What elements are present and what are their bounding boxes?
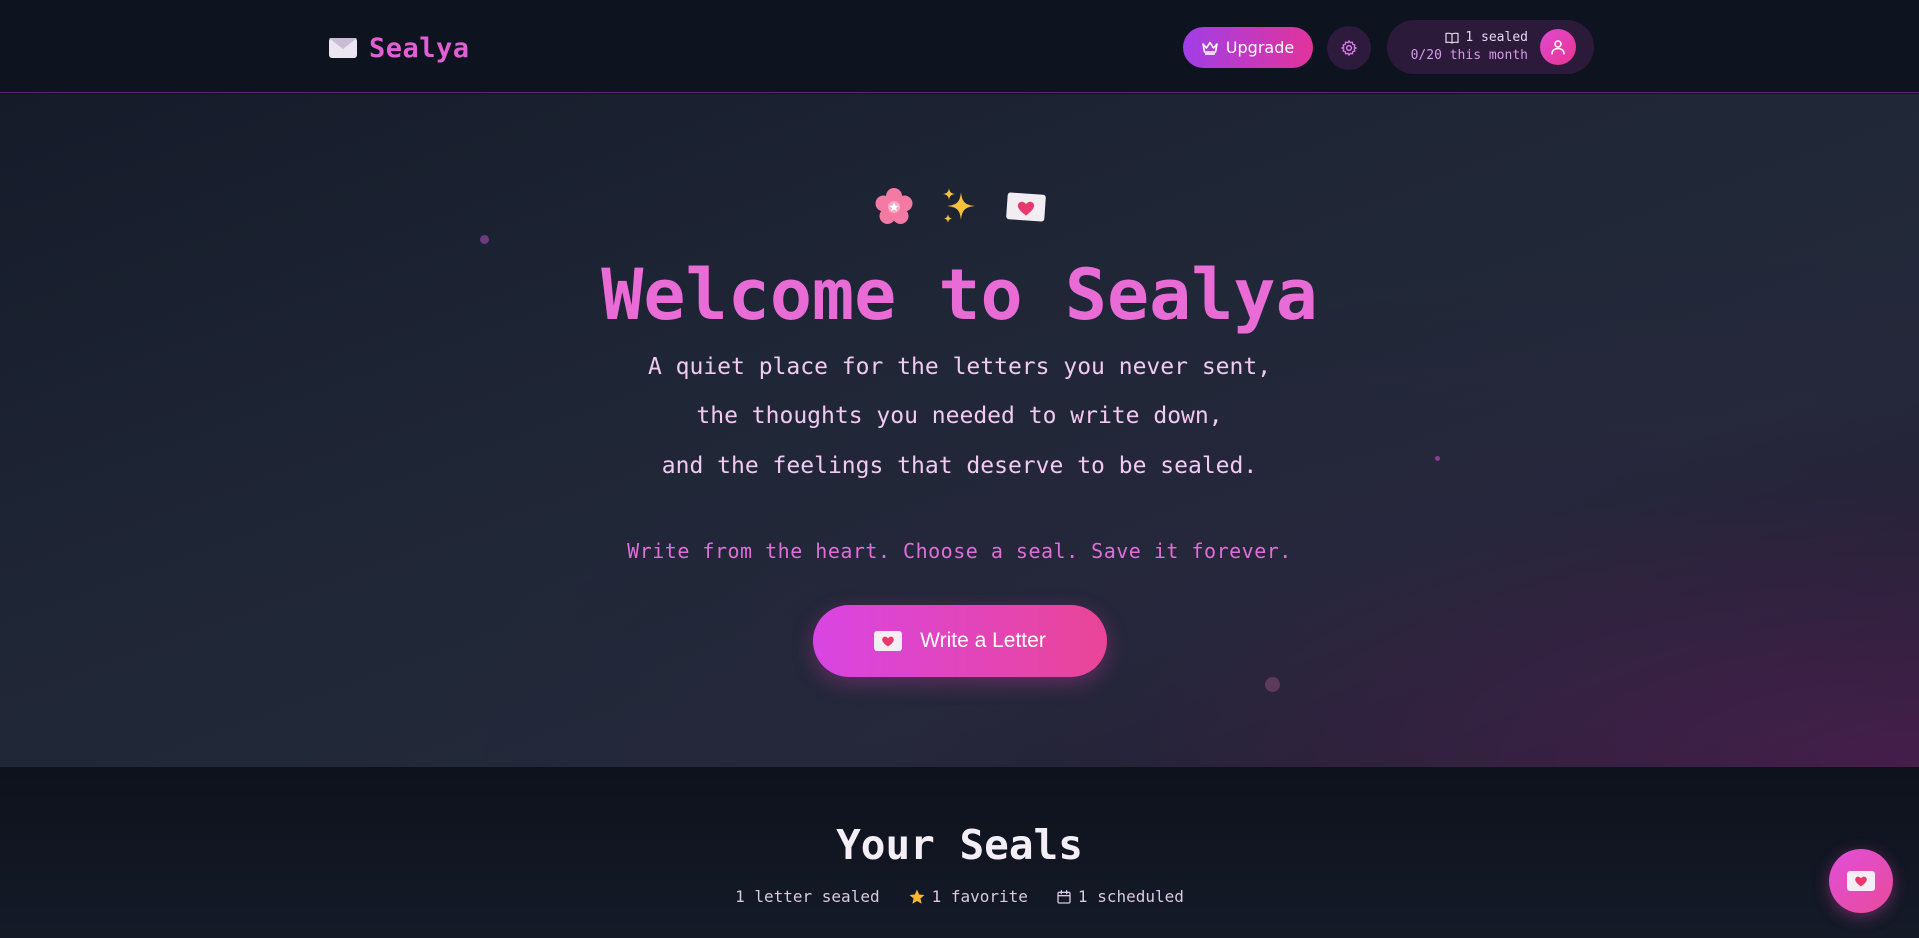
hero-tagline: Write from the heart. Choose a seal. Sav… [627,539,1292,563]
compose-fab[interactable] [1829,849,1893,913]
seals-stats: 1 letter sealed 1 favorite 1 scheduled [0,887,1919,906]
decorative-dot [480,235,489,244]
seals-section: Your Seals 1 letter sealed 1 favorite 1 … [0,767,1919,938]
calendar-icon [1057,889,1071,904]
avatar[interactable] [1540,29,1576,65]
love-letter-icon [1005,186,1047,228]
upgrade-button[interactable]: Upgrade [1183,27,1313,68]
upgrade-label: Upgrade [1225,38,1295,57]
hero-line: and the feelings that deserve to be seal… [661,453,1258,479]
hero-line: A quiet place for the letters you never … [647,354,1272,380]
crown-icon [1201,41,1218,55]
gear-icon [1341,40,1357,56]
letters-sealed-stat: 1 letter sealed [735,887,880,906]
hero-section: Welcome to Sealya A quiet place for the … [0,94,1919,767]
sparkles-icon [939,186,981,228]
love-letter-icon [1847,871,1875,891]
scheduled-label: 1 scheduled [1077,887,1184,906]
monthly-count: 0/20 this month [1410,48,1528,63]
book-icon [1445,32,1459,44]
write-letter-button[interactable]: Write a Letter [813,605,1107,677]
brand-name: Sealya [369,32,470,64]
top-navbar: Sealya Upgrade 1 sealed 0/20 this month [0,0,1919,93]
hero-title: Welcome to Sealya [601,254,1318,336]
star-icon [909,889,925,904]
favorites-stat: 1 favorite [908,887,1028,906]
hero-line: the thoughts you needed to write down, [696,403,1223,429]
favorites-label: 1 favorite [931,887,1028,906]
stats-text: 1 sealed 0/20 this month [1411,29,1528,65]
hero-emoji-row [0,186,1919,228]
letters-sealed-label: 1 letter sealed [735,887,880,906]
settings-button[interactable] [1327,26,1371,70]
user-icon [1551,40,1565,55]
decorative-dot [1265,677,1280,692]
love-letter-icon [874,631,903,651]
write-letter-label: Write a Letter [920,629,1046,652]
brand-logo[interactable]: Sealya [329,30,470,66]
scheduled-stat: 1 scheduled [1056,887,1184,906]
envelope-icon [329,38,357,58]
user-stats-pill[interactable]: 1 sealed 0/20 this month [1387,20,1594,74]
sealed-count: 1 sealed [1465,30,1528,45]
section-title: Your Seals [836,821,1083,869]
cherry-blossom-icon [873,186,915,228]
